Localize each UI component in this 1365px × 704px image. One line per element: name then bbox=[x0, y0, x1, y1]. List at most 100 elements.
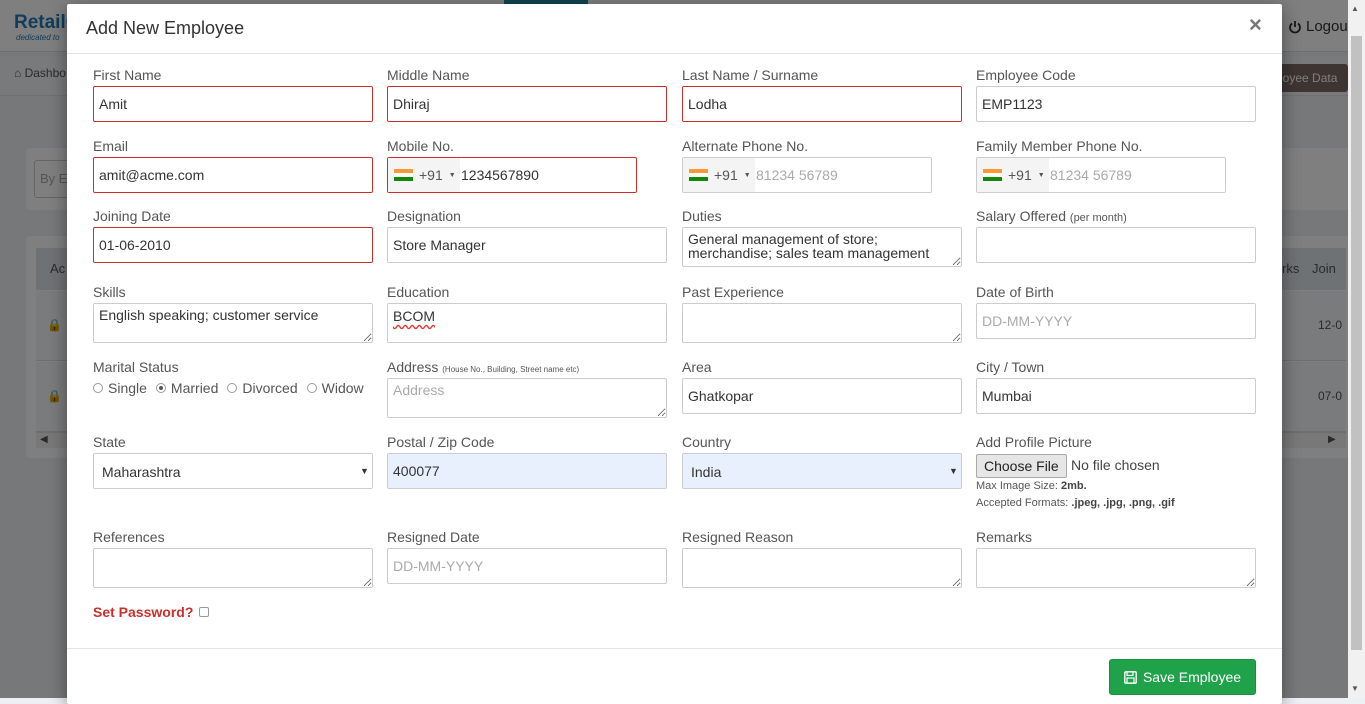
set-password-row: Set Password? bbox=[93, 604, 210, 620]
country-select[interactable]: India bbox=[682, 453, 962, 489]
choose-file-button[interactable]: Choose File bbox=[976, 454, 1067, 478]
scroll-up-arrow-icon[interactable]: ▲ bbox=[1351, 4, 1359, 13]
last-name-input[interactable] bbox=[682, 86, 962, 122]
mobile-country-selector[interactable]: +91 ▼ bbox=[388, 158, 460, 192]
joining-date-input[interactable] bbox=[93, 227, 373, 263]
close-icon[interactable]: × bbox=[1249, 14, 1262, 36]
set-password-checkbox[interactable] bbox=[199, 607, 210, 617]
marital-option-label: Divorced bbox=[242, 380, 298, 396]
last-name-label: Last Name / Surname bbox=[682, 67, 819, 83]
modal-footer: Save Employee bbox=[67, 648, 1282, 704]
country-value: India bbox=[691, 464, 722, 480]
past-experience-label: Past Experience bbox=[682, 284, 784, 300]
first-name-label: First Name bbox=[93, 67, 162, 83]
address-textarea[interactable] bbox=[387, 378, 667, 418]
references-label: References bbox=[93, 529, 165, 545]
scroll-down-arrow-icon[interactable]: ▼ bbox=[1351, 684, 1359, 693]
max-size-label: Max Image Size: bbox=[976, 480, 1058, 492]
salary-label-note: (per month) bbox=[1069, 212, 1127, 224]
page-scroll-thumb[interactable] bbox=[1351, 36, 1362, 650]
alt-phone-field: +91 ▼ bbox=[682, 157, 932, 193]
salary-label: Salary Offered (per month) bbox=[976, 208, 1127, 224]
area-label: Area bbox=[682, 359, 712, 375]
formats-label: Accepted Formats: bbox=[976, 497, 1069, 509]
state-label: State bbox=[93, 434, 126, 450]
add-employee-modal: Add New Employee × First Name Middle Nam… bbox=[67, 4, 1282, 704]
email-label: Email bbox=[93, 138, 129, 154]
marital-option-single[interactable]: Single bbox=[93, 380, 147, 396]
salary-label-text: Salary Offered bbox=[976, 208, 1067, 224]
family-phone-label: Family Member Phone No. bbox=[976, 138, 1143, 154]
radio-divorced[interactable] bbox=[227, 383, 238, 393]
city-label: City / Town bbox=[976, 359, 1045, 375]
address-label-text: Address bbox=[387, 359, 439, 375]
employee-code-input[interactable] bbox=[976, 86, 1256, 122]
india-flag-icon bbox=[394, 168, 413, 182]
india-flag-icon bbox=[983, 168, 1002, 182]
state-value: Maharashtra bbox=[102, 464, 181, 480]
accepted-formats-hint: Accepted Formats: .jpeg, .jpg, .png, .gi… bbox=[976, 497, 1175, 509]
mobile-label: Mobile No. bbox=[387, 138, 454, 154]
alt-phone-label: Alternate Phone No. bbox=[682, 138, 809, 154]
marital-status-label: Marital Status bbox=[93, 359, 179, 375]
skills-textarea[interactable]: English speaking; customer service bbox=[93, 303, 373, 343]
middle-name-label: Middle Name bbox=[387, 67, 470, 83]
marital-option-label: Widow bbox=[321, 380, 364, 396]
mobile-phone-field: +91 ▼ bbox=[387, 157, 637, 193]
duties-textarea[interactable]: General management of store; merchandise… bbox=[682, 227, 962, 267]
alt-phone-input[interactable] bbox=[755, 158, 925, 192]
max-image-size-hint: Max Image Size: 2mb. bbox=[976, 480, 1087, 492]
state-select[interactable]: Maharashtra bbox=[93, 453, 373, 489]
modal-header: Add New Employee × bbox=[67, 4, 1282, 54]
email-input[interactable] bbox=[93, 157, 373, 193]
resigned-date-label: Resigned Date bbox=[387, 529, 480, 545]
duties-label: Duties bbox=[682, 208, 722, 224]
caret-down-icon: ▼ bbox=[743, 171, 751, 179]
dob-input[interactable] bbox=[976, 303, 1256, 339]
marital-option-divorced[interactable]: Divorced bbox=[227, 380, 298, 396]
marital-option-married[interactable]: Married bbox=[155, 380, 219, 396]
education-textarea[interactable]: BCOM bbox=[387, 303, 667, 343]
resigned-reason-textarea[interactable] bbox=[682, 548, 962, 588]
radio-widow[interactable] bbox=[306, 383, 317, 393]
file-status: No file chosen bbox=[1071, 457, 1160, 473]
postal-code-label: Postal / Zip Code bbox=[387, 434, 495, 450]
past-experience-textarea[interactable] bbox=[682, 303, 962, 343]
family-phone-country-selector[interactable]: +91 ▼ bbox=[977, 158, 1049, 192]
alt-phone-country-selector[interactable]: +91 ▼ bbox=[683, 158, 755, 192]
employee-code-label: Employee Code bbox=[976, 67, 1076, 83]
family-phone-field: +91 ▼ bbox=[976, 157, 1226, 193]
middle-name-input[interactable] bbox=[387, 86, 667, 122]
save-employee-button[interactable]: Save Employee bbox=[1109, 659, 1256, 695]
mobile-dial-code: +91 bbox=[419, 167, 443, 183]
education-value: BCOM bbox=[393, 308, 435, 324]
max-size-value: 2mb. bbox=[1060, 480, 1087, 492]
set-password-label: Set Password? bbox=[93, 604, 194, 620]
family-phone-input[interactable] bbox=[1049, 158, 1219, 192]
floppy-disk-icon bbox=[1124, 670, 1137, 684]
first-name-input[interactable] bbox=[93, 86, 373, 122]
resigned-reason-label: Resigned Reason bbox=[682, 529, 794, 545]
mobile-input[interactable] bbox=[460, 158, 630, 192]
designation-input[interactable] bbox=[387, 227, 667, 263]
postal-code-input[interactable] bbox=[387, 453, 667, 489]
marital-option-label: Single bbox=[108, 380, 147, 396]
salary-input[interactable] bbox=[976, 227, 1256, 263]
resigned-date-input[interactable] bbox=[387, 548, 667, 584]
remarks-textarea[interactable] bbox=[976, 548, 1256, 588]
dob-label: Date of Birth bbox=[976, 284, 1054, 300]
radio-married[interactable] bbox=[155, 383, 166, 393]
radio-single[interactable] bbox=[93, 383, 103, 393]
area-input[interactable] bbox=[682, 378, 962, 414]
marital-option-label: Married bbox=[170, 380, 219, 396]
references-textarea[interactable] bbox=[93, 548, 373, 588]
modal-title: Add New Employee bbox=[86, 18, 245, 38]
country-label: Country bbox=[682, 434, 732, 450]
city-input[interactable] bbox=[976, 378, 1256, 414]
caret-down-icon: ▼ bbox=[448, 171, 456, 179]
education-label: Education bbox=[387, 284, 450, 300]
marital-status-group: Single Married Divorced Widow bbox=[93, 380, 373, 396]
designation-label: Designation bbox=[387, 208, 461, 224]
remarks-label: Remarks bbox=[976, 529, 1033, 545]
marital-option-widow[interactable]: Widow bbox=[306, 380, 364, 396]
